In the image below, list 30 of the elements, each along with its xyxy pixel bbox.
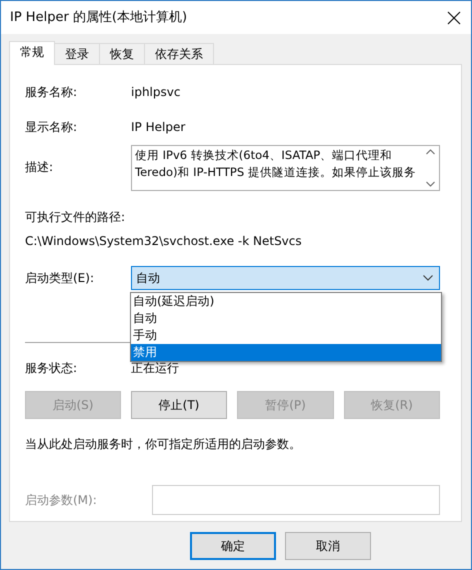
field-label: 服务名称: <box>25 84 78 101</box>
window-title: IP Helper 的属性(本地计算机) <box>10 8 188 27</box>
dialog-button[interactable]: 取消 <box>285 532 371 560</box>
description-text: Teredo)和 IP-HTTPS 提供隧道连接。如果停止该服务 <box>135 164 417 181</box>
dropdown-option[interactable]: 自动(延迟启动) <box>131 293 441 310</box>
path-value: C:\Windows\System32\svchost.exe -k NetSvcs <box>25 233 302 250</box>
service-button[interactable]: 停止(T) <box>131 391 227 419</box>
field-label: 启动参数(M): <box>25 492 98 509</box>
field-label: 描述: <box>25 159 54 176</box>
scroll-down-icon[interactable] <box>426 181 435 187</box>
tab[interactable]: 常规 <box>9 41 55 65</box>
scroll-up-icon[interactable] <box>426 149 435 155</box>
field-value: IP Helper <box>131 119 186 136</box>
close-icon[interactable] <box>447 10 461 24</box>
chevron-icon <box>423 275 433 281</box>
field-label: 启动类型(E): <box>25 270 95 287</box>
field-label: 服务状态: <box>25 360 78 377</box>
dropdown-option[interactable]: 禁用 <box>131 344 441 361</box>
dialog-button[interactable]: 确定 <box>190 532 276 560</box>
status-value: 正在运行 <box>131 360 179 377</box>
field-label: 可执行文件的路径: <box>25 209 126 226</box>
hint-text: 当从此处启动服务时，你可指定所适用的启动参数。 <box>25 436 301 453</box>
tab[interactable]: 依存关系 <box>144 43 214 64</box>
dropdown-option[interactable]: 手动 <box>131 327 441 344</box>
field-value: iphlpsvc <box>131 84 180 101</box>
dropdown-option[interactable]: 自动 <box>131 310 441 327</box>
description-text: 使用 IPv6 转换技术(6to4、ISATAP、端口代理和 <box>135 147 394 164</box>
startup-type-select[interactable]: 自动 <box>131 266 440 290</box>
description-box[interactable]: 使用 IPv6 转换技术(6to4、ISATAP、端口代理和 Teredo)和 IP-HTTPS 提供隧道连接。如果停止该服务 <box>131 145 440 191</box>
field-label: 显示名称: <box>25 119 78 136</box>
